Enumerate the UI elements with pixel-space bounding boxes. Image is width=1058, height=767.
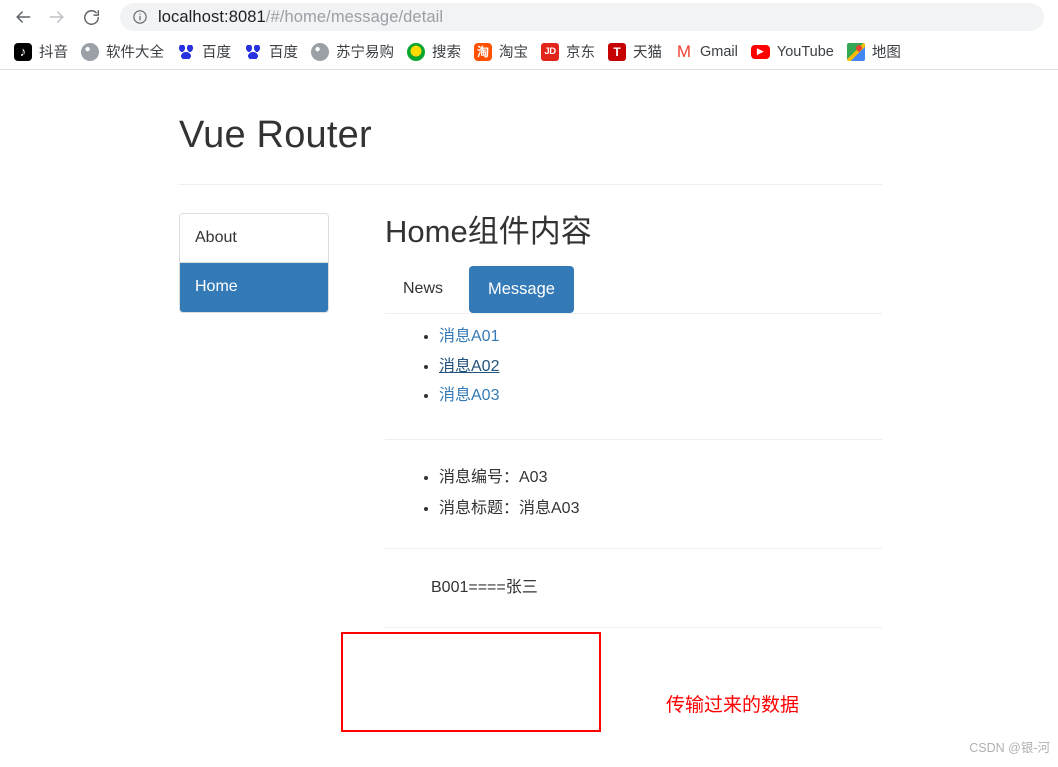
bookmark-label: 苏宁易购: [336, 45, 394, 61]
url-path: /#/home/message/detail: [265, 7, 444, 26]
tab-message[interactable]: Message: [469, 265, 574, 314]
list-item: 消息A03: [439, 384, 882, 407]
globe-icon: [81, 42, 99, 61]
content-row: About Home Home组件内容 News Message • 消息A01…: [179, 212, 882, 628]
sidebar-item-home[interactable]: Home: [180, 263, 328, 312]
bookmark-item[interactable]: ▶ YouTube: [747, 41, 843, 63]
taobao-icon: 淘: [474, 42, 492, 61]
annotation-highlight-box: [341, 632, 601, 732]
sou-icon: [407, 42, 425, 61]
bookmark-item[interactable]: T 天猫: [604, 38, 671, 65]
bookmark-item[interactable]: JD 京东: [537, 38, 604, 65]
bookmark-label: 百度: [202, 45, 231, 61]
browser-toolbar: localhost:8081/#/home/message/detail: [0, 0, 1058, 34]
list-item: 消息标题：消息A03: [439, 497, 882, 521]
bookmark-item[interactable]: 苏宁易购: [307, 38, 403, 65]
section-title: Home组件内容: [385, 213, 592, 249]
site-info-icon[interactable]: [132, 9, 148, 25]
sidebar-item-label: About: [195, 228, 237, 246]
browser-chrome: localhost:8081/#/home/message/detail 抖音 …: [0, 0, 1058, 70]
jd-icon: JD: [541, 42, 559, 61]
sidebar-list: About Home: [179, 212, 329, 313]
bookmark-label: 地图: [871, 45, 901, 61]
tab-news[interactable]: News: [387, 269, 459, 310]
sidebar-item-about[interactable]: About: [180, 213, 328, 264]
bookmark-label: 京东: [566, 45, 595, 61]
back-icon[interactable]: [8, 2, 38, 32]
address-bar[interactable]: localhost:8081/#/home/message/detail: [120, 3, 1044, 31]
list-item: 消息编号：A03: [439, 466, 882, 490]
url-host: localhost:8081: [158, 7, 266, 26]
message-link-a01[interactable]: 消息A01: [439, 328, 499, 345]
annotation-label: 传输过来的数据: [666, 694, 800, 716]
page-title: Vue Router: [179, 114, 372, 156]
bookmark-item[interactable]: 搜索: [403, 38, 470, 65]
bookmark-label: 抖音: [39, 45, 68, 61]
message-link-a02[interactable]: 消息A02: [439, 358, 499, 375]
baidu-icon: [177, 42, 195, 61]
transfer-data-text: B001====张三: [431, 578, 538, 596]
douyin-icon: [14, 42, 32, 61]
message-link-a03[interactable]: 消息A03: [439, 387, 499, 404]
bookmark-item[interactable]: M Gmail: [671, 40, 747, 64]
bookmark-label: 百度: [269, 45, 298, 61]
transfer-data-block: B001====张三: [385, 549, 882, 627]
title-divider: [179, 183, 882, 185]
transfer-divider-bottom: [385, 626, 882, 628]
watermark: CSDN @银-河: [969, 741, 1050, 755]
baidu-icon: [244, 42, 262, 61]
sidebar: About Home: [179, 212, 329, 313]
forward-icon[interactable]: [42, 2, 72, 32]
bookmark-item[interactable]: 地图: [843, 38, 910, 65]
message-link-list: 消息A01 消息A02 消息A03: [385, 325, 882, 407]
globe-icon: [311, 42, 329, 61]
bookmark-item[interactable]: 百度: [240, 38, 307, 65]
gmail-icon: M: [675, 42, 693, 61]
url-text: localhost:8081/#/home/message/detail: [158, 8, 443, 27]
main-panel: Home组件内容 News Message 消息A01 消息A02: [329, 213, 882, 628]
tab-label: Message: [488, 279, 555, 298]
page-viewport: Vue Router About Home Home组件内容 News Mess…: [0, 70, 1058, 764]
bookmark-label: 软件大全: [106, 45, 164, 61]
list-item: 消息A01: [439, 325, 882, 348]
bookmarks-bar: 抖音 软件大全 百度 百度 苏宁易购 搜索 淘 淘宝 JD 京东: [0, 34, 1058, 70]
tab-label: News: [403, 280, 444, 298]
maps-icon: [846, 42, 865, 61]
sidebar-item-label: Home: [195, 278, 238, 296]
tmall-icon: T: [608, 42, 626, 61]
tab-bar: News Message: [387, 265, 882, 314]
bookmark-label: 搜索: [432, 45, 461, 61]
bookmark-item[interactable]: 抖音: [10, 38, 77, 65]
bookmark-label: 天猫: [633, 45, 662, 61]
page-container: Vue Router About Home Home组件内容 News Mess…: [179, 114, 882, 628]
bookmark-label: 淘宝: [499, 45, 528, 61]
message-detail-list: 消息编号：A03 消息标题：消息A03: [385, 466, 882, 521]
tabs-divider: [385, 313, 882, 315]
reload-icon[interactable]: [76, 2, 106, 32]
youtube-icon: ▶: [750, 44, 770, 59]
bookmark-label: YouTube: [776, 43, 834, 60]
bookmark-item[interactable]: 淘 淘宝: [470, 38, 537, 65]
list-item: 消息A02: [439, 355, 882, 378]
bookmark-label: Gmail: [700, 43, 738, 60]
bookmark-item[interactable]: 百度: [173, 38, 240, 65]
bookmark-item[interactable]: 软件大全: [77, 38, 173, 65]
